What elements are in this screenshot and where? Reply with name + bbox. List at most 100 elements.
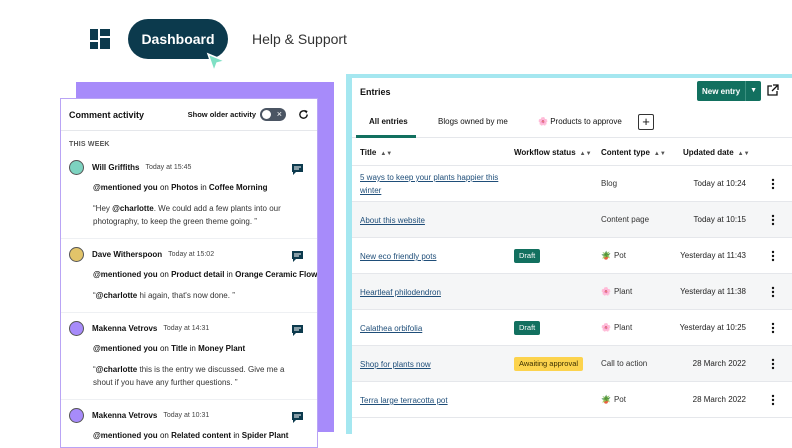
comment-author[interactable]: Makenna Vetrovs [92,411,157,420]
status-badge: Draft [514,321,541,335]
mention-context[interactable]: Orange Ceramic Flower P [235,270,317,279]
entry-title-link[interactable]: 5 ways to keep your plants happier this … [360,171,510,197]
comment-activity-panel: Comment activity Show older activity × T… [60,98,318,448]
comment-item: Makenna Vetrovs Today at 10:31 @mentioned … [61,400,317,447]
comment-time: Today at 15:45 [145,164,192,171]
sort-icon[interactable]: ▲▼ [580,151,592,157]
comment-quote: “Hey @charlotte. We could add a few plan… [93,202,305,228]
content-type-label: Call to action [601,359,648,368]
comment-bubble-icon[interactable] [292,251,303,262]
quote-handle: @charlotte [95,291,138,300]
comment-item: Makenna Vetrovs Today at 14:31 @mentioned … [61,313,317,400]
mention-in: in [226,270,233,279]
table-row: About this website Content page Today at 1… [352,202,792,238]
entry-title-link[interactable]: New eco friendly pots [360,250,510,263]
comment-bubble-icon[interactable] [292,412,303,423]
row-actions-kebab-icon[interactable] [770,214,776,226]
entries-title: Entries [360,87,391,97]
avatar[interactable] [69,160,84,175]
entry-title-link[interactable]: Shop for plants now [360,358,510,371]
content-type: 🪴 Pot [601,395,626,404]
comment-quote: “@charlotte hi again, that's now done. ” [93,289,305,302]
mention-target[interactable]: Photos [171,183,198,192]
row-actions-kebab-icon[interactable] [770,358,776,370]
comment-item: Dave Witherspoon Today at 15:02 @mentioned… [61,239,317,313]
comment-item: Will Griffiths Today at 15:45 @mentioned y… [61,152,317,239]
column-content-type[interactable]: Content type ▲▼ [601,148,666,157]
add-tab-button[interactable]: + [638,114,654,130]
comment-quote: “@charlotte this is the entry we discuss… [93,363,305,389]
entry-title-link[interactable]: Calathea orbifolia [360,322,510,335]
comment-time: Today at 10:31 [163,412,210,419]
entries-panel: Entries New entry ▼ All entries Blogs ow… [352,78,792,448]
entry-title-link[interactable]: Terra large terracotta pot [360,394,510,407]
show-older-toggle[interactable]: × [260,108,286,121]
comment-list: Will Griffiths Today at 15:45 @mentioned y… [61,152,317,447]
new-entry-dropdown-icon[interactable]: ▼ [745,81,757,101]
mention-target[interactable]: Title [171,344,187,353]
tab-blogs-owned-by-me[interactable]: Blogs owned by me [438,117,508,126]
comment-meta: Will Griffiths Today at 15:45 [69,160,317,175]
mention-context[interactable]: Money Plant [198,344,245,353]
section-this-week: THIS WEEK [69,141,110,148]
mention-target[interactable]: Related content [171,431,231,440]
column-updated-date[interactable]: Updated date ▲▼ [683,148,750,157]
content-type: 🪴 Pot [601,251,626,260]
content-type: 🌸 Plant [601,323,632,332]
flower-icon: 🌸 [601,287,611,296]
toggle-knob [262,110,271,119]
sort-icon[interactable]: ▲▼ [380,151,392,157]
content-type-label: Blog [601,179,618,188]
comment-bubble-icon[interactable] [292,325,303,336]
pot-plant-icon: 🪴 [601,251,611,260]
comment-bubble-icon[interactable] [292,164,303,175]
comment-author[interactable]: Makenna Vetrovs [92,324,157,333]
tab-all-entries[interactable]: All entries [369,117,408,126]
avatar[interactable] [69,408,84,423]
open-external-icon[interactable] [766,84,779,97]
avatar[interactable] [69,321,84,336]
updated-date: Today at 10:15 [693,215,746,224]
mention-text: @mentioned you [93,431,158,440]
comment-author[interactable]: Dave Witherspoon [92,250,162,259]
updated-date: 28 March 2022 [692,395,746,404]
sort-icon[interactable]: ▲▼ [738,151,750,157]
dashboard-grid-icon[interactable] [90,29,110,49]
quote-handle: @charlotte [112,204,154,213]
content-type-label: Content page [601,215,650,224]
refresh-icon[interactable] [298,109,309,120]
row-actions-kebab-icon[interactable] [770,286,776,298]
tab-products-to-approve[interactable]: 🌸 Products to approve [538,117,622,126]
row-actions-kebab-icon[interactable] [770,250,776,262]
comment-mention-line: @mentioned you on Product detail in Oran… [93,270,317,279]
mention-on: on [159,270,169,279]
quote-open: “Hey [93,204,113,213]
mention-on: on [159,183,169,192]
mention-target[interactable]: Product detail [171,270,224,279]
updated-date: 28 March 2022 [692,359,746,368]
table-row: Heartleaf philodendron 🌸 Plant Yesterday at… [352,274,792,310]
comment-author[interactable]: Will Griffiths [92,163,139,172]
mention-context[interactable]: Coffee Morning [209,183,268,192]
comment-meta: Makenna Vetrovs Today at 14:31 [69,321,317,336]
tab-products-label: Products to approve [550,117,622,126]
mention-in: in [233,431,240,440]
updated-date: Today at 10:24 [693,179,746,188]
row-actions-kebab-icon[interactable] [770,178,776,190]
column-title[interactable]: Title ▲▼ [360,148,392,157]
column-workflow-status[interactable]: Workflow status ▲▼ [514,148,592,157]
avatar[interactable] [69,247,84,262]
content-type: Content page [601,215,649,224]
entry-title-link[interactable]: Heartleaf philodendron [360,286,510,299]
comment-mention-line: @mentioned you on Photos in Coffee Morni… [93,183,317,192]
entry-title-link[interactable]: About this website [360,214,510,227]
content-type: Call to action [601,359,647,368]
help-support-link[interactable]: Help & Support [252,31,347,47]
mention-text: @mentioned you [93,183,158,192]
mention-context[interactable]: Spider Plant [242,431,289,440]
sort-icon[interactable]: ▲▼ [654,151,666,157]
new-entry-button[interactable]: New entry ▼ [697,81,761,101]
row-actions-kebab-icon[interactable] [770,322,776,334]
row-actions-kebab-icon[interactable] [770,394,776,406]
comment-mention-line: @mentioned you on Related content in Spi… [93,431,317,440]
